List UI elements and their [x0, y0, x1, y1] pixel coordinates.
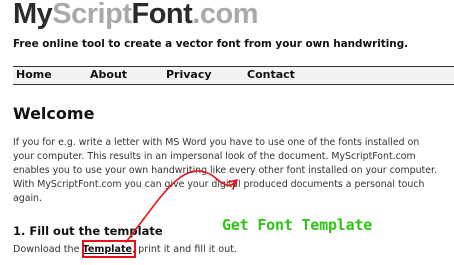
logo-font: Font [131, 0, 193, 30]
nav-item-about[interactable]: About [90, 68, 127, 81]
site-tagline: Free online tool to create a vector font… [13, 38, 409, 50]
intro-line: again. [13, 193, 42, 204]
nav-item-privacy[interactable]: Privacy [166, 68, 212, 81]
intro-paragraph: If you for e.g. write a letter with MS W… [13, 136, 454, 206]
logo-com: .com [192, 0, 258, 30]
intro-line: enables you to use your own handwriting … [13, 165, 437, 176]
get-font-template-annotation: Get Font Template [222, 216, 373, 234]
step1-text-before: Download the [13, 244, 83, 255]
nav-item-home[interactable]: Home [16, 68, 52, 81]
intro-line: With MyScriptFont.com you can give your … [13, 179, 425, 190]
site-logo[interactable]: MyScriptFont.com [13, 0, 258, 31]
intro-line: If you for e.g. write a letter with MS W… [13, 137, 420, 148]
nav-item-contact[interactable]: Contact [247, 68, 295, 81]
template-highlight-box [82, 240, 136, 258]
step1-text-after: , print it and fill it out. [132, 244, 237, 255]
step1-heading: 1. Fill out the template [13, 224, 163, 238]
main-nav: Home About Privacy Contact [13, 66, 454, 85]
page-title: Welcome [13, 104, 95, 123]
logo-script: Script [52, 0, 132, 30]
intro-line: your computer. This results in an impers… [13, 151, 416, 162]
logo-my: My [13, 0, 53, 30]
